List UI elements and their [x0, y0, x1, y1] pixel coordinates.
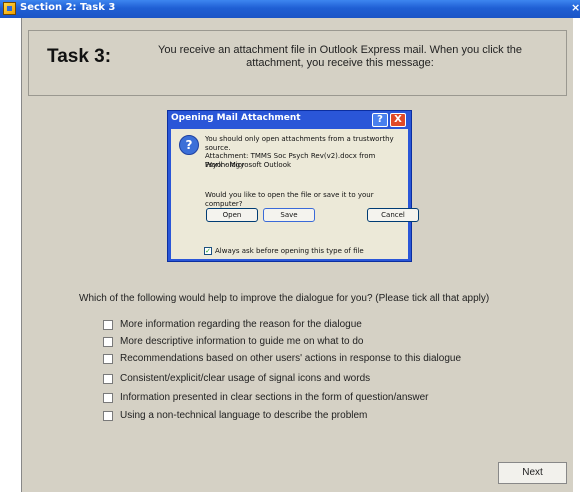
option-label: More information regarding the reason fo… [120, 319, 362, 330]
option-checkbox[interactable] [103, 320, 113, 330]
attachment-dialog-screenshot: Opening Mail Attachment ? X ? You should… [167, 110, 419, 262]
dialog-title: Opening Mail Attachment [171, 113, 301, 123]
dialog-open-button: Open [206, 208, 258, 222]
survey-question: Which of the following would help to imp… [79, 293, 490, 304]
dialog-close-icon: X [390, 113, 406, 127]
always-ask-label: Always ask before opening this type of f… [215, 247, 364, 255]
option-label: More descriptive information to guide me… [120, 336, 364, 347]
window-titlebar: Section 2: Task 3 × [0, 0, 580, 18]
task-description: You receive an attachment file in Outloo… [142, 44, 538, 70]
dialog-warning: You should only open attachments from a … [205, 135, 394, 152]
option-checkbox[interactable] [103, 374, 113, 384]
dialog-cancel-button: Cancel [367, 208, 419, 222]
option-label: Information presented in clear sections … [120, 392, 429, 403]
dialog-prompt: Would you like to open the file or save … [205, 191, 374, 208]
dialog-body: ? You should only open attachments from … [171, 129, 419, 259]
question-icon: ? [179, 135, 199, 155]
always-ask-checkbox: ✓ [204, 247, 212, 255]
dialog-save-button: Save [263, 208, 315, 222]
option-checkbox[interactable] [103, 411, 113, 421]
task-title: Task 3: [47, 46, 112, 67]
dialog-attachment-line2: Work - Microsoft Outlook [205, 161, 292, 169]
window-title: Section 2: Task 3 [20, 2, 116, 13]
dialog-help-icon: ? [372, 113, 388, 127]
app-icon [3, 2, 16, 15]
window-close-icon[interactable]: × [571, 1, 580, 14]
next-button[interactable]: Next [498, 462, 567, 484]
task-description-line2: attachment, you receive this message: [246, 57, 434, 69]
option-label: Using a non-technical language to descri… [120, 410, 368, 421]
option-checkbox[interactable] [103, 354, 113, 364]
option-label: Recommendations based on other users' ac… [120, 353, 462, 364]
option-label: Consistent/explicit/clear usage of signa… [120, 373, 371, 384]
option-checkbox[interactable] [103, 393, 113, 403]
option-checkbox[interactable] [103, 337, 113, 347]
task-description-line1: You receive an attachment file in Outloo… [158, 44, 522, 56]
